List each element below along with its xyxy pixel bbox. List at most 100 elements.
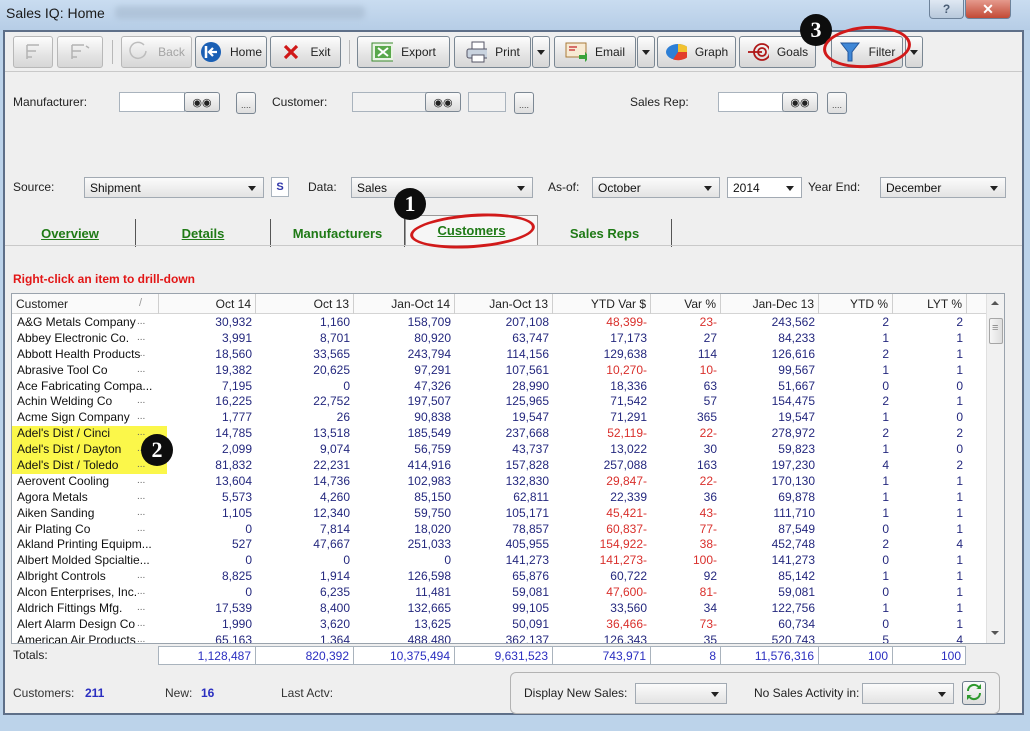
- customer-name-cell[interactable]: Achin Welding Co: [12, 394, 157, 410]
- scroll-down-icon[interactable]: [991, 631, 999, 635]
- customer-name-cell[interactable]: Abbey Electronic Co.: [12, 331, 157, 347]
- table-row[interactable]: Abbey Electronic Co.... 3,991 8,701 80,920 6…: [12, 331, 987, 347]
- table-row[interactable]: Albright Controls... 8,825 1,914 126,598 65,…: [12, 569, 987, 585]
- column-header[interactable]: Oct 14: [159, 294, 256, 314]
- manufacturer-search-button[interactable]: ◉◉: [184, 92, 220, 112]
- customer-name-cell[interactable]: Air Plating Co: [12, 522, 157, 538]
- ellipsis-button[interactable]: ...: [137, 617, 145, 631]
- customer-name-cell[interactable]: Adel's Dist / Dayton: [12, 442, 157, 459]
- table-row[interactable]: Aldrich Fittings Mfg.... 17,539 8,400 132,6…: [12, 601, 987, 617]
- customer-name-cell[interactable]: Abbott Health Products: [12, 347, 157, 363]
- column-header[interactable]: YTD Var $: [553, 294, 651, 314]
- print-dropdown-button[interactable]: [532, 36, 550, 68]
- email-dropdown-button[interactable]: [637, 36, 655, 68]
- ellipsis-button[interactable]: ...: [137, 426, 145, 440]
- table-row[interactable]: Alcon Enterprises, Inc.... 0 6,235 11,481 59…: [12, 585, 987, 601]
- asof-month-select[interactable]: October: [592, 177, 720, 198]
- ellipsis-button[interactable]: ...: [137, 490, 145, 504]
- ellipsis-button[interactable]: ...: [137, 506, 145, 520]
- graph-button[interactable]: Graph: [657, 36, 736, 68]
- customer-name-cell[interactable]: Aerovent Cooling: [12, 474, 157, 490]
- ellipsis-button[interactable]: ...: [137, 633, 145, 643]
- asof-year-select[interactable]: 2014: [727, 177, 802, 198]
- customer-name-cell[interactable]: A&G Metals Company: [12, 315, 157, 331]
- customer-name-cell[interactable]: Alcon Enterprises, Inc.: [12, 585, 157, 601]
- customer-name-cell[interactable]: Ace Fabricating Compa...: [12, 379, 157, 395]
- tab-details[interactable]: Details: [136, 219, 271, 247]
- ellipsis-button[interactable]: ...: [137, 394, 145, 408]
- table-row[interactable]: Air Plating Co... 0 7,814 18,020 78,857 60,83…: [12, 522, 987, 538]
- outline-collapse-button[interactable]: [13, 36, 53, 68]
- ellipsis-button[interactable]: ...: [137, 331, 145, 345]
- table-row[interactable]: Alert Alarm Design Co... 1,990 3,620 13,625…: [12, 617, 987, 633]
- customer-name-cell[interactable]: Albright Controls: [12, 569, 157, 585]
- customer-name-cell[interactable]: Aiken Sanding: [12, 506, 157, 522]
- tab-sales-reps[interactable]: Sales Reps: [538, 219, 672, 247]
- table-row[interactable]: Abbott Health Products... 18,560 33,565 243…: [12, 347, 987, 363]
- customer-name-cell[interactable]: Abrasive Tool Co: [12, 363, 157, 379]
- column-header[interactable]: Customer: [12, 294, 159, 314]
- home-button[interactable]: Home: [195, 36, 267, 68]
- table-row[interactable]: Albert Molded Spcialtie... 0 0 0 141,273 141,…: [12, 553, 987, 569]
- column-header[interactable]: LYT %: [893, 294, 967, 314]
- table-row[interactable]: Ace Fabricating Compa... 7,195 0 47,326 28,9…: [12, 379, 987, 395]
- table-row[interactable]: Aerovent Cooling... 13,604 14,736 102,983 13…: [12, 474, 987, 490]
- table-row[interactable]: Acme Sign Company... 1,777 26 90,838 19,547 7…: [12, 410, 987, 426]
- table-row[interactable]: American Air Products... 65,163 1,364 488,4…: [12, 633, 987, 643]
- customer-name-cell[interactable]: Alert Alarm Design Co: [12, 617, 157, 633]
- column-header[interactable]: Oct 13: [256, 294, 354, 314]
- table-row[interactable]: A&G Metals Company... 30,932 1,160 158,709 2…: [12, 315, 987, 331]
- ellipsis-button[interactable]: ...: [137, 585, 145, 599]
- s-button[interactable]: S: [271, 177, 289, 197]
- tab-overview[interactable]: Overview: [5, 219, 136, 247]
- customer-name-cell[interactable]: Acme Sign Company: [12, 410, 157, 426]
- customer-search-button[interactable]: ◉◉: [425, 92, 461, 112]
- yearend-select[interactable]: December: [880, 177, 1006, 198]
- salesrep-browse-button[interactable]: ....: [827, 92, 847, 114]
- manufacturer-browse-button[interactable]: ....: [236, 92, 256, 114]
- customer-name-cell[interactable]: Albert Molded Spcialtie...: [12, 553, 157, 569]
- ellipsis-button[interactable]: ...: [137, 601, 145, 615]
- salesrep-search-button[interactable]: ◉◉: [782, 92, 818, 112]
- data-select[interactable]: Sales: [351, 177, 533, 198]
- export-button[interactable]: Export: [357, 36, 450, 68]
- table-row[interactable]: Agora Metals... 5,573 4,260 85,150 62,811 22,…: [12, 490, 987, 506]
- customer-name-cell[interactable]: American Air Products: [12, 633, 157, 643]
- customer-input[interactable]: [352, 92, 428, 112]
- ellipsis-button[interactable]: ...: [137, 474, 145, 488]
- table-row[interactable]: Achin Welding Co... 16,225 22,752 197,507 12…: [12, 394, 987, 410]
- customer-name-cell[interactable]: Aldrich Fittings Mfg.: [12, 601, 157, 617]
- outline-expand-button[interactable]: [57, 36, 103, 68]
- column-header[interactable]: Var %: [651, 294, 721, 314]
- customer-name-cell[interactable]: Agora Metals: [12, 490, 157, 506]
- source-select[interactable]: Shipment: [84, 177, 264, 198]
- column-header[interactable]: Jan-Oct 13: [455, 294, 553, 314]
- email-button[interactable]: Email: [554, 36, 636, 68]
- vertical-scrollbar[interactable]: [986, 294, 1004, 643]
- column-header[interactable]: Jan-Oct 14: [354, 294, 455, 314]
- no-sales-activity-select[interactable]: [862, 683, 954, 704]
- display-new-sales-select[interactable]: [635, 683, 727, 704]
- salesrep-input[interactable]: [718, 92, 784, 112]
- customer-browse-button[interactable]: ....: [514, 92, 534, 114]
- tab-manufacturers[interactable]: Manufacturers: [271, 219, 405, 247]
- scroll-up-icon[interactable]: [991, 301, 999, 305]
- back-button[interactable]: Back: [121, 36, 192, 68]
- table-row[interactable]: Aiken Sanding... 1,105 12,340 59,750 105,171…: [12, 506, 987, 522]
- print-button[interactable]: Print: [454, 36, 531, 68]
- column-header[interactable]: YTD %: [819, 294, 893, 314]
- refresh-button[interactable]: [962, 681, 986, 705]
- ellipsis-button[interactable]: ...: [137, 522, 145, 536]
- exit-button[interactable]: Exit: [270, 36, 341, 68]
- customer-name-cell[interactable]: Akland Printing Equipm...: [12, 537, 157, 553]
- customer-code-input[interactable]: [468, 92, 506, 112]
- table-row[interactable]: Akland Printing Equipm... 527 47,667 251,03…: [12, 537, 987, 553]
- customer-name-cell[interactable]: Adel's Dist / Toledo: [12, 458, 157, 475]
- ellipsis-button[interactable]: ...: [137, 410, 145, 424]
- table-row[interactable]: Abrasive Tool Co... 19,382 20,625 97,291 107…: [12, 363, 987, 379]
- column-header[interactable]: Jan-Dec 13: [721, 294, 819, 314]
- ellipsis-button[interactable]: ...: [137, 569, 145, 583]
- manufacturer-input[interactable]: [119, 92, 185, 112]
- close-window-button[interactable]: ✕: [965, 0, 1011, 19]
- ellipsis-button[interactable]: ...: [137, 315, 145, 329]
